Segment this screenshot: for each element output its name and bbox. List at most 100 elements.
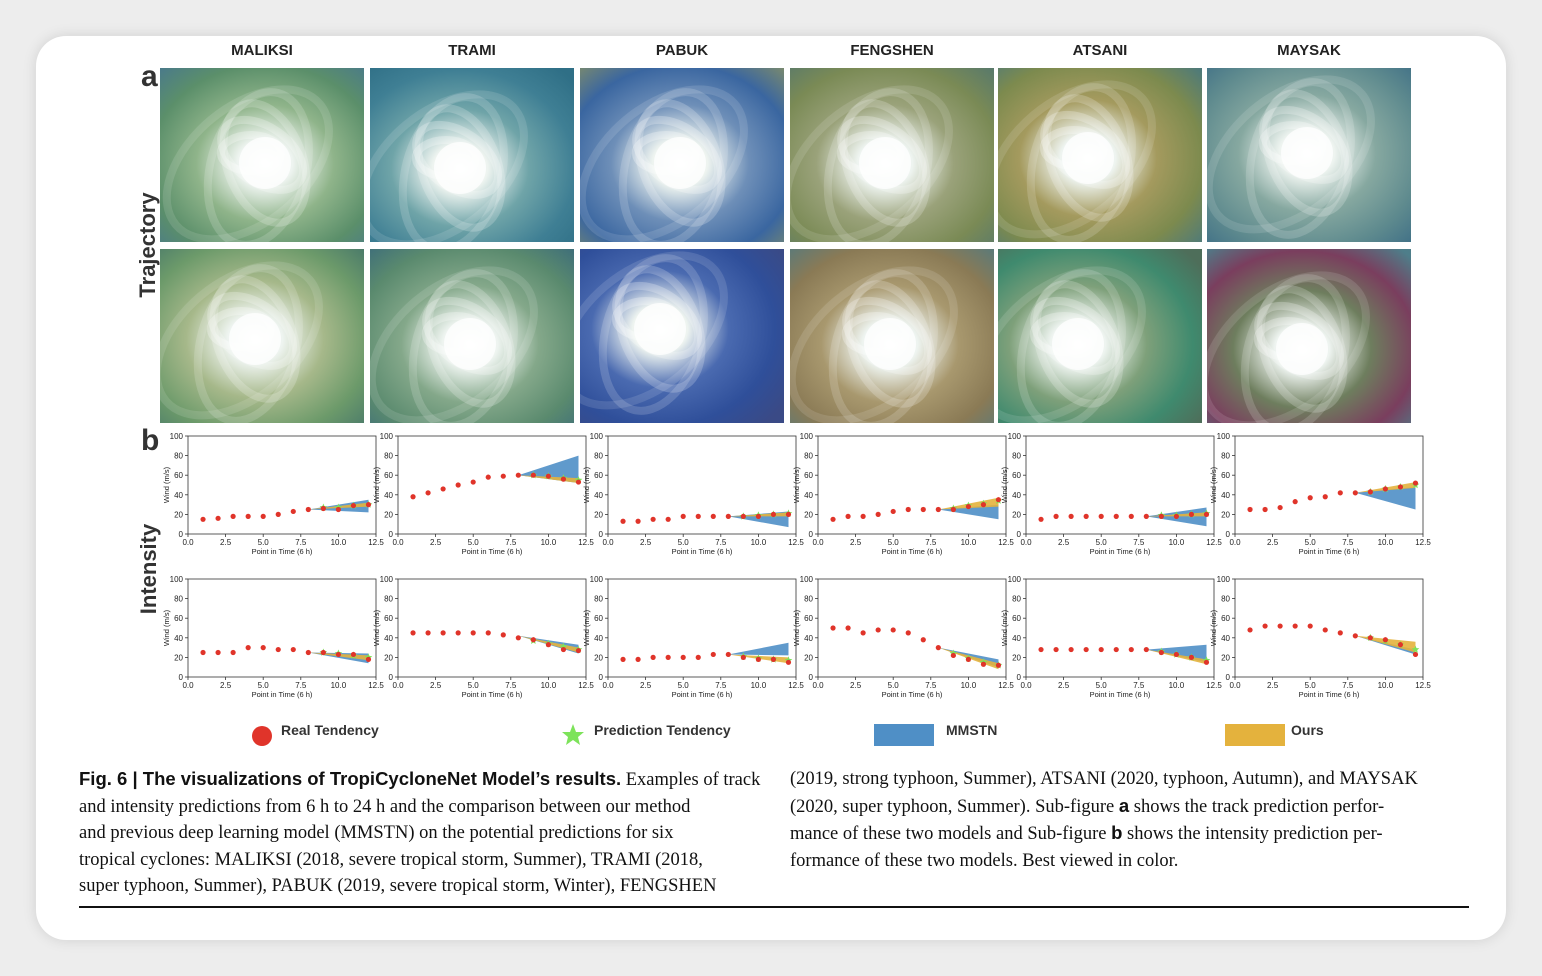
real-point xyxy=(1307,495,1313,501)
real-point xyxy=(1173,513,1179,519)
real-point xyxy=(1068,646,1074,653)
y-tick-label: 60 xyxy=(384,614,393,623)
real-point xyxy=(1113,513,1119,519)
x-tick-label: 2.5 xyxy=(430,681,442,690)
x-tick-label: 7.5 xyxy=(715,681,727,690)
y-tick-label: 100 xyxy=(170,432,184,441)
real-point xyxy=(440,486,446,492)
real-point xyxy=(830,625,836,631)
real-point xyxy=(305,506,311,513)
column-header-fengshen: FENGSHEN xyxy=(850,42,934,59)
y-tick-label: 20 xyxy=(804,510,813,519)
real-point xyxy=(1382,486,1388,492)
legend-mmstn-swatch xyxy=(874,724,934,746)
x-axis-label: Point in Time (6 h) xyxy=(1090,547,1151,556)
row-label-intensity: Intensity xyxy=(136,523,161,615)
real-point xyxy=(560,646,567,653)
caption-line-6: (2019, strong typhoon, Summer), ATSANI (… xyxy=(790,769,1418,789)
y-tick-label: 80 xyxy=(1012,452,1021,461)
legend-real-label: Real Tendency xyxy=(281,722,379,738)
y-tick-label: 80 xyxy=(384,595,393,604)
y-tick-label: 80 xyxy=(804,452,813,461)
real-point xyxy=(1038,646,1044,653)
real-point xyxy=(650,516,656,522)
real-point xyxy=(620,518,626,524)
y-tick-label: 40 xyxy=(174,634,183,643)
column-header-maliksi: MALIKSI xyxy=(231,42,293,59)
real-point xyxy=(500,473,506,479)
y-tick-label: 40 xyxy=(804,491,813,500)
real-point xyxy=(1188,511,1195,517)
x-tick-label: 0.0 xyxy=(602,681,614,690)
real-point xyxy=(350,502,357,509)
caption-line-2: and intensity predictions from 6 h to 24… xyxy=(79,796,691,817)
row-label-trajectory: Trajectory xyxy=(135,192,160,298)
x-tick-label: 10.0 xyxy=(331,681,347,690)
y-tick-label: 80 xyxy=(804,595,813,604)
intensity-chart-svg: 0.0 2.5 5.0 7.5 10.0 12.5020406080100Point in… xyxy=(582,575,804,699)
real-point xyxy=(1068,513,1074,519)
x-tick-label: 2.5 xyxy=(220,681,232,690)
caption-right: (2019, strong typhoon, Summer), ATSANI (… xyxy=(790,766,1480,874)
real-point xyxy=(1367,635,1373,641)
real-point xyxy=(710,651,716,658)
trajectory-image-pabuk-2 xyxy=(580,249,784,423)
real-point xyxy=(335,506,341,513)
y-tick-label: 100 xyxy=(590,432,604,441)
y-tick-label: 100 xyxy=(590,575,604,584)
x-tick-label: 2.5 xyxy=(640,538,652,547)
y-tick-label: 40 xyxy=(1012,491,1021,500)
x-axis-label: Point in Time (6 h) xyxy=(672,690,733,699)
real-point xyxy=(830,516,836,522)
y-axis-label: Wind (m/s) xyxy=(792,609,801,646)
intensity-chart-maysak-1: 0.0 2.5 5.0 7.5 10.0 12.5 0 20 40 60 80 100 Point in… xyxy=(1207,428,1437,562)
intensity-chart-svg: 0.0 2.5 5.0 7.5 10.0 12.5020406080100Point in… xyxy=(582,432,804,556)
x-tick-label: 12.5 xyxy=(1415,681,1431,690)
real-point xyxy=(500,632,506,638)
x-tick-label: 10.0 xyxy=(961,681,977,690)
real-point xyxy=(1292,499,1298,505)
x-tick-label: 2.5 xyxy=(640,681,652,690)
x-tick-label: 7.5 xyxy=(295,538,307,547)
y-tick-label: 80 xyxy=(1221,595,1230,604)
y-axis-label: Wind (m/s) xyxy=(1000,609,1009,646)
x-tick-label: 5.0 xyxy=(468,681,480,690)
caption-line-7b: a xyxy=(1118,794,1130,816)
real-point xyxy=(635,518,641,524)
real-point xyxy=(320,505,326,512)
panel-a-label: a xyxy=(141,60,158,93)
y-tick-label: 100 xyxy=(1008,432,1022,441)
real-point xyxy=(560,476,567,482)
x-axis-label: Point in Time (6 h) xyxy=(882,690,943,699)
real-point xyxy=(1337,490,1343,496)
real-point xyxy=(650,654,656,660)
real-point xyxy=(1277,623,1283,629)
real-point xyxy=(1397,642,1404,648)
real-point xyxy=(1098,646,1104,653)
real-point xyxy=(1247,627,1253,633)
x-tick-label: 2.5 xyxy=(850,538,862,547)
y-axis-label: Wind (m/s) xyxy=(582,466,591,503)
real-point xyxy=(695,513,701,519)
y-tick-label: 40 xyxy=(1221,491,1230,500)
y-tick-label: 40 xyxy=(594,491,603,500)
intensity-chart-svg: 0.0 2.5 5.0 7.5 10.0 12.5020406080100Point in… xyxy=(162,575,384,699)
x-tick-label: 12.5 xyxy=(1415,538,1431,547)
real-point xyxy=(680,513,686,519)
x-tick-label: 7.5 xyxy=(925,538,937,547)
intensity-chart-maysak-2: 0.0 2.5 5.0 7.5 10.0 12.5 0 20 40 60 80 100 Point in… xyxy=(1207,571,1437,705)
real-point xyxy=(680,654,686,660)
caption-title: Fig. 6 | The visualizations of TropiCycl… xyxy=(79,768,622,789)
panel-b-label: b xyxy=(141,424,160,457)
caption-left: Fig. 6 | The visualizations of TropiCycl… xyxy=(79,766,769,900)
real-point xyxy=(515,472,521,478)
real-point xyxy=(1173,651,1179,658)
real-point xyxy=(275,511,281,517)
x-tick-label: 10.0 xyxy=(331,538,347,547)
real-point xyxy=(530,637,536,643)
real-point xyxy=(260,645,266,651)
real-point xyxy=(740,654,746,660)
real-point xyxy=(260,513,266,519)
real-point xyxy=(200,649,206,656)
real-point xyxy=(545,642,551,648)
